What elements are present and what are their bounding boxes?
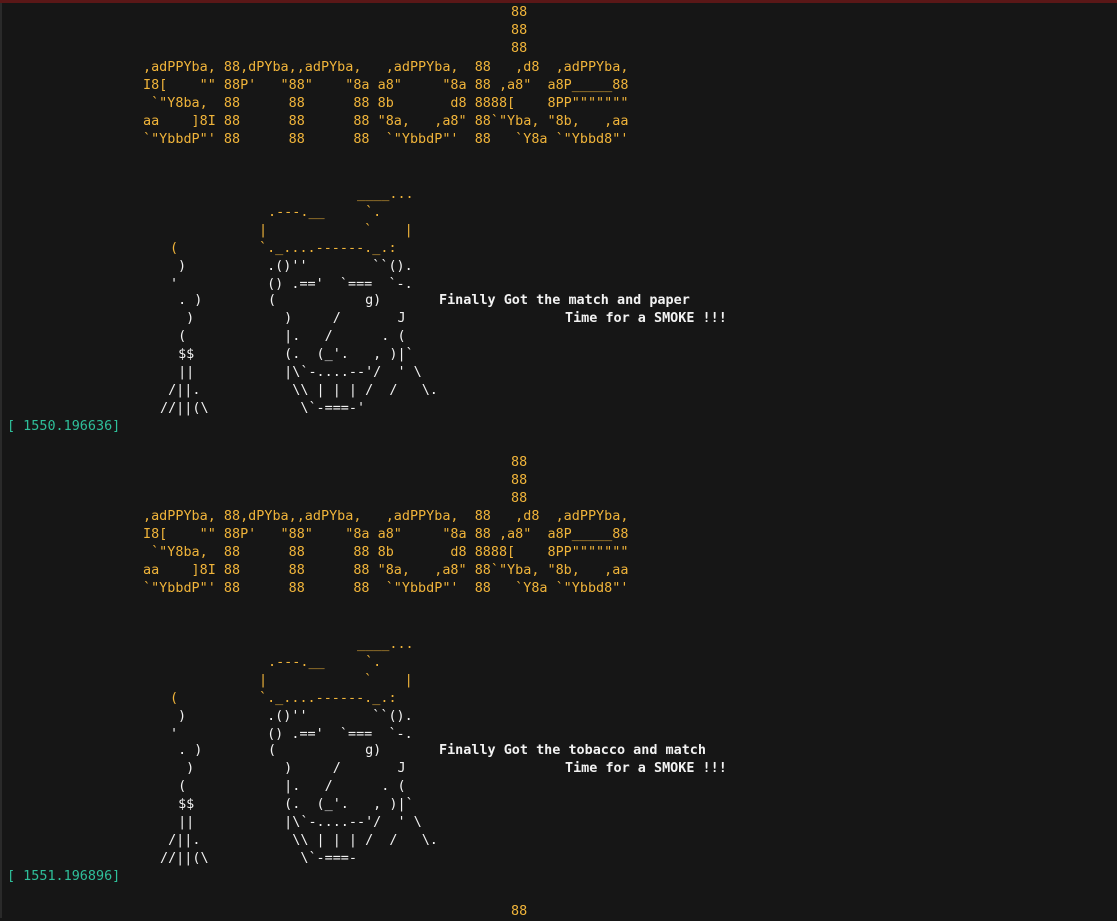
logo-line: `"YbbdP"' 88 88 88 `"YbbdP"' 88 `Y8a `"Y… [143, 132, 629, 147]
logo-line: ,adPPYba, 88,dPYba,,adPYba, ,adPPYba, 88… [143, 60, 629, 75]
logo-line: 88 [511, 5, 528, 20]
hat-art-line: `._....------._.: [259, 241, 397, 256]
pipe-art-line: ( [170, 329, 187, 344]
timestamp: [ 1550.196636] [7, 419, 121, 434]
logo-line: I8[ "" 88P' "88" "8a a8" "8a 88 ,a8" a8P… [143, 527, 629, 542]
logo-line: 88 [511, 23, 528, 38]
logo-line: 88 [511, 455, 528, 470]
logo-line: 88 [511, 491, 528, 506]
body-art-line: (. (_'. , )|` [268, 347, 414, 362]
logo-line: `"YbbdP"' 88 88 88 `"YbbdP"' 88 `Y8a `"Y… [143, 581, 629, 596]
pipe-art-line: . ) [170, 293, 203, 308]
hat-art-line: | ` | [259, 673, 413, 688]
smoke-art-line: ( [170, 241, 179, 256]
body-art-line: ( g) [268, 293, 382, 308]
message-line: Time for a SMOKE !!! [565, 761, 727, 776]
body-art-line: ) / J [268, 311, 406, 326]
body-art-line: \`-===-' [268, 401, 366, 416]
logo-line: 88 [511, 904, 528, 919]
timestamp: [ 1551.196896] [7, 869, 121, 884]
body-art-line: .()'' ``(). [259, 259, 413, 274]
hat-art-line: .---.__ `. [268, 655, 382, 670]
hat-art-line: | ` | [259, 223, 413, 238]
pipe-art-line: $$ [170, 797, 195, 812]
pipe-art-line: || [170, 815, 195, 830]
message-line: Time for a SMOKE !!! [565, 311, 727, 326]
hat-art-line: ____... [357, 637, 414, 652]
logo-line: 88 [511, 473, 528, 488]
window-left-border [0, 3, 2, 918]
logo-line: `"Y8ba, 88 88 88 8b d8 8888[ 8PP""""""" [143, 96, 629, 111]
logo-line: `"Y8ba, 88 88 88 8b d8 8888[ 8PP""""""" [143, 545, 629, 560]
hat-art-line: ____... [357, 187, 414, 202]
body-art-line: |. / . ( [268, 779, 406, 794]
body-art-line: \`-===- [268, 851, 357, 866]
pipe-art-line: ) [170, 761, 195, 776]
pipe-art-line: || [170, 365, 195, 380]
pipe-art-line: //||(\ [160, 851, 209, 866]
logo-line: I8[ "" 88P' "88" "8a a8" "8a 88 ,a8" a8P… [143, 78, 629, 93]
pipe-art-line: //||(\ [160, 401, 209, 416]
logo-line: 88 [511, 41, 528, 56]
logo-line: aa ]8I 88 88 88 "8a, ,a8" 88`"Yba, "8b, … [143, 563, 629, 578]
pipe-art-line: $$ [170, 347, 195, 362]
hat-art-line: `._....------._.: [259, 691, 397, 706]
pipe-art-line: /||. [160, 833, 201, 848]
smoke-art-line: ( [170, 691, 179, 706]
body-art-line: ) / J [268, 761, 406, 776]
body-art-line: \\ | | | / / \. [268, 833, 438, 848]
body-art-line: |\`-....--'/ ' \ [268, 365, 422, 380]
hat-art-line: .---.__ `. [268, 205, 382, 220]
body-art-line: ( g) [268, 743, 382, 758]
message-line: Finally Got the tobacco and match [439, 743, 706, 758]
smoke-art-line: ) [178, 709, 187, 724]
logo-line: aa ]8I 88 88 88 "8a, ,a8" 88`"Yba, "8b, … [143, 114, 629, 129]
pipe-art-line: /||. [160, 383, 201, 398]
body-art-line: .()'' ``(). [259, 709, 413, 724]
body-art-line: \\ | | | / / \. [268, 383, 438, 398]
pipe-art-line: ( [170, 779, 187, 794]
logo-line: ,adPPYba, 88,dPYba,,adPYba, ,adPPYba, 88… [143, 509, 629, 524]
smoke-art-line: ) [178, 259, 187, 274]
body-art-line: |\`-....--'/ ' \ [268, 815, 422, 830]
body-art-line: |. / . ( [268, 329, 406, 344]
body-art-line: (. (_'. , )|` [268, 797, 414, 812]
message-line: Finally Got the match and paper [439, 293, 690, 308]
window-top-border [0, 0, 1117, 3]
pipe-art-line: ) [170, 311, 195, 326]
pipe-art-line: . ) [170, 743, 203, 758]
